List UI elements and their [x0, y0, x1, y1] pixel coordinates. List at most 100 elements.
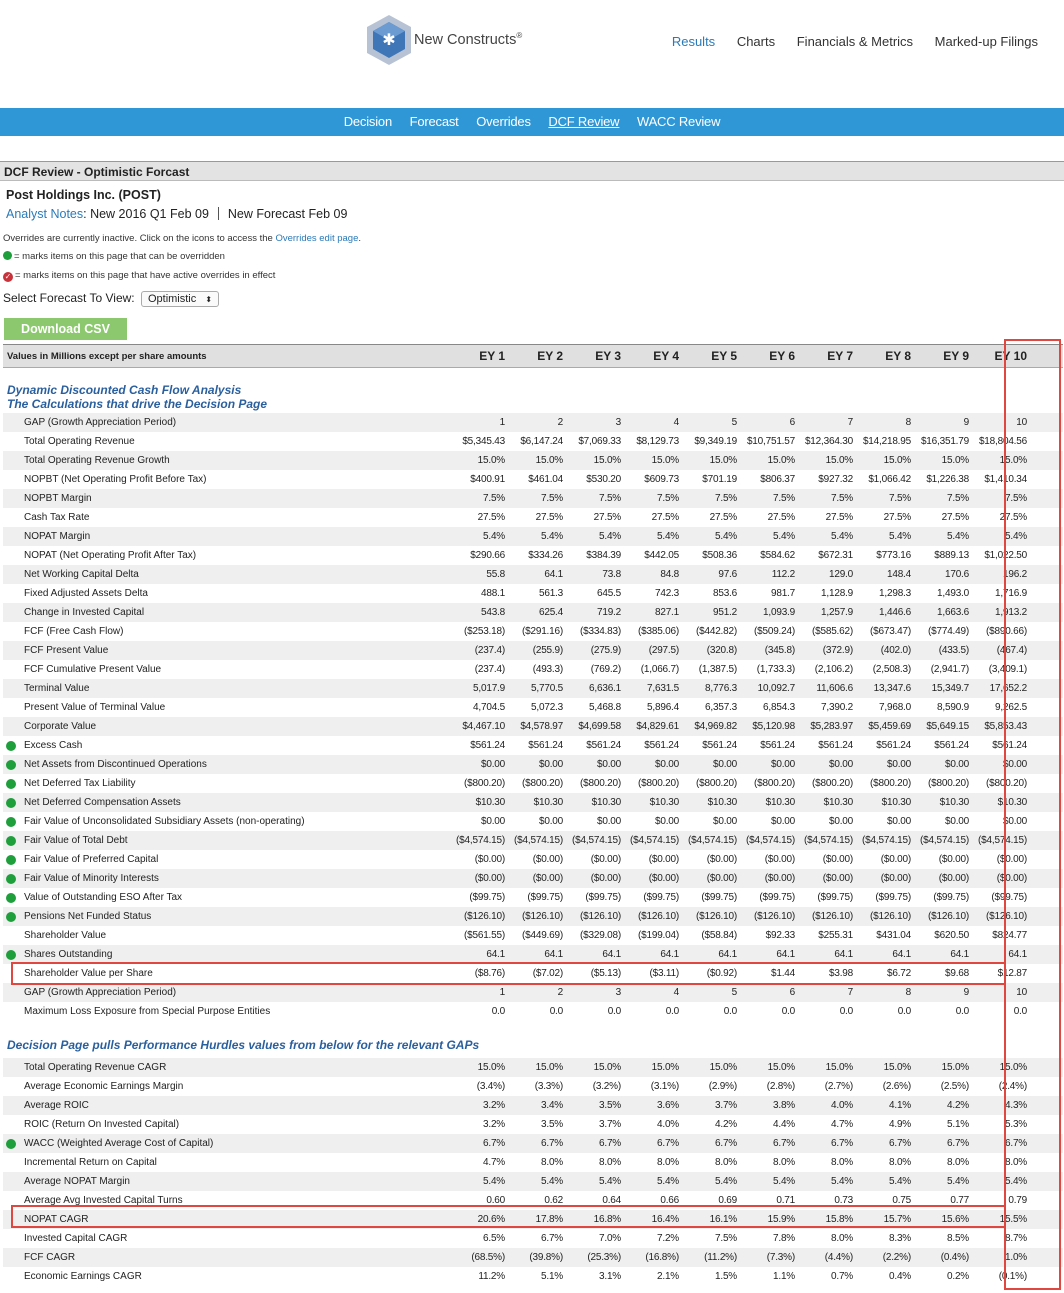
table-cell: $0.00: [480, 816, 505, 827]
table-cell: 5.4%: [599, 531, 621, 542]
table-cell: 27.5%: [999, 512, 1028, 523]
table-cell: 7.5%: [599, 493, 621, 504]
table-cell: $0.00: [480, 759, 505, 770]
brand-logo[interactable]: ✱ New Constructs®: [366, 14, 546, 66]
table-cell: 3.4%: [541, 1100, 563, 1111]
table-row: Change in Invested Capital 543.8 625.4 719.…: [3, 603, 1063, 622]
table-cell: 6.5%: [483, 1233, 505, 1244]
column-header: EY 5: [711, 349, 737, 363]
subnav-overrides[interactable]: Overrides: [476, 114, 531, 129]
table-cell: 4.7%: [483, 1157, 505, 1168]
table-cell: (2.6%): [882, 1081, 911, 1092]
table-cell: 4.7%: [831, 1119, 853, 1130]
table-cell: $1,066.42: [868, 474, 911, 485]
table-cell: ($0.00): [648, 854, 679, 865]
row-label: Average NOPAT Margin: [24, 1176, 130, 1187]
table-cell: 6.7%: [947, 1138, 969, 1149]
override-dot-icon[interactable]: [6, 912, 16, 922]
table-cell: $0.00: [596, 816, 621, 827]
override-dot-icon[interactable]: [6, 798, 16, 808]
row-label: Maximum Loss Exposure from Special Purpo…: [24, 1006, 271, 1017]
subnav-dcf-review[interactable]: DCF Review: [548, 114, 619, 129]
table-cell: 8.0%: [889, 1157, 911, 1168]
table-cell: ($800.20): [811, 778, 853, 789]
table-cell: $0.00: [1002, 816, 1027, 827]
table-row: FCF Present Value (237.4) (255.9) (275.9) (2…: [3, 641, 1063, 660]
table-cell: 5.4%: [831, 531, 853, 542]
forecast-note: New Forecast Feb 09: [227, 207, 348, 221]
table-cell: ($800.20): [637, 778, 679, 789]
override-dot-icon[interactable]: [6, 741, 16, 751]
table-cell: 6.7%: [657, 1138, 679, 1149]
override-dot-icon[interactable]: [6, 1139, 16, 1149]
table-cell: (275.9): [590, 645, 621, 656]
table-cell: 3.2%: [483, 1100, 505, 1111]
table-cell: (433.5): [938, 645, 969, 656]
download-csv-button[interactable]: Download CSV: [4, 318, 127, 340]
row-label: Shares Outstanding: [24, 949, 113, 960]
table-cell: 15.0%: [709, 1062, 738, 1073]
table-cell: 1.1%: [773, 1271, 795, 1282]
table-cell: (2.5%): [940, 1081, 969, 1092]
table-row: Average Avg Invested Capital Turns 0.60 0.…: [3, 1191, 1063, 1210]
subnav-wacc-review[interactable]: WACC Review: [637, 114, 720, 129]
table-cell: 0.66: [660, 1195, 679, 1206]
table-cell: 15.0%: [651, 1062, 680, 1073]
table-cell: 27.5%: [477, 512, 506, 523]
table-cell: $672.31: [818, 550, 853, 561]
table-cell: 15.0%: [883, 1062, 912, 1073]
table-cell: $1,022.50: [984, 550, 1027, 561]
nav-marked-up-filings[interactable]: Marked-up Filings: [935, 34, 1038, 49]
table-cell: (3.1%): [650, 1081, 679, 1092]
table-cell: 15.5%: [999, 1214, 1028, 1225]
table-cell: ($126.10): [927, 911, 969, 922]
table-cell: $4,829.61: [636, 721, 679, 732]
override-dot-icon[interactable]: [6, 874, 16, 884]
nav-financials-metrics[interactable]: Financials & Metrics: [797, 34, 913, 49]
table-cell: ($329.08): [579, 930, 621, 941]
table-cell: ($4,574.15): [746, 835, 795, 846]
override-dot-icon[interactable]: [6, 893, 16, 903]
table-cell: ($99.75): [643, 892, 679, 903]
table-cell: 5.3%: [1005, 1119, 1027, 1130]
table-cell: (255.9): [532, 645, 563, 656]
override-dot-icon[interactable]: [6, 950, 16, 960]
table-cell: 64.1: [776, 949, 795, 960]
table-cell: ($0.00): [706, 854, 737, 865]
table-cell: (2.9%): [708, 1081, 737, 1092]
table-cell: 4.0%: [831, 1100, 853, 1111]
table-cell: 1: [499, 987, 506, 998]
override-dot-icon[interactable]: [6, 855, 16, 865]
table-cell: ($99.75): [701, 892, 737, 903]
table-cell: ($5.13): [590, 968, 621, 979]
table-cell: 6.7%: [1005, 1138, 1027, 1149]
override-dot-icon[interactable]: [6, 760, 16, 770]
table-cell: ($126.10): [753, 911, 795, 922]
subnav-decision[interactable]: Decision: [344, 114, 392, 129]
table-cell: 1,913.2: [995, 607, 1027, 618]
table-row: Fixed Adjusted Assets Delta 488.1 561.3 645…: [3, 584, 1063, 603]
nav-charts[interactable]: Charts: [737, 34, 775, 49]
override-dot-icon[interactable]: [6, 779, 16, 789]
table-cell: 645.5: [596, 588, 621, 599]
row-label: NOPBT (Net Operating Profit Before Tax): [24, 474, 207, 485]
table-cell: 7.5%: [715, 493, 737, 504]
nav-results[interactable]: Results: [672, 34, 715, 49]
table-cell: 981.7: [770, 588, 795, 599]
table-cell: 9: [963, 417, 970, 428]
legend-green: = marks items on this page that can be o…: [3, 251, 225, 262]
override-dot-icon[interactable]: [6, 836, 16, 846]
table-cell: $9,349.19: [694, 436, 737, 447]
analyst-notes-link[interactable]: Analyst Notes: [6, 207, 83, 221]
overrides-edit-link[interactable]: Overrides edit page: [275, 233, 358, 244]
table-cell: (402.0): [880, 645, 911, 656]
forecast-select[interactable]: Optimistic ⬍: [140, 291, 220, 307]
override-dot-icon[interactable]: [6, 817, 16, 827]
table-cell: ($0.00): [474, 854, 505, 865]
table-cell: 5,896.4: [647, 702, 679, 713]
table-cell: 15.0%: [651, 455, 680, 466]
subnav-forecast[interactable]: Forecast: [410, 114, 459, 129]
table-cell: 15.8%: [825, 1214, 854, 1225]
table-cell: $10.30: [823, 797, 854, 808]
table-row: Incremental Return on Capital 4.7% 8.0% 8.0…: [3, 1153, 1063, 1172]
